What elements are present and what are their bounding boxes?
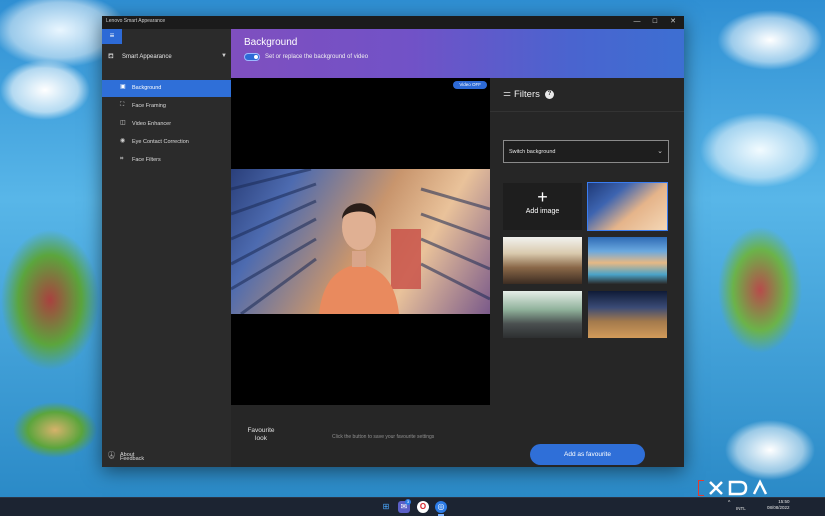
sidebar-item-label: Feedback [120, 456, 145, 462]
background-thumbnail-architecture[interactable] [587, 182, 668, 231]
plus-icon: + [537, 187, 548, 207]
opera-browser-icon[interactable]: O [417, 501, 429, 513]
background-toggle[interactable] [244, 53, 260, 61]
clock[interactable]: 15:50 08/08/2022 [767, 499, 790, 511]
background-thumbnail-pool[interactable] [588, 237, 667, 284]
filters-panel: ⚌ Filters ? Switch background ⌄ + Add im… [490, 78, 684, 467]
video-feed [231, 169, 490, 314]
sidebar-item-face-filters[interactable]: ⌗ Face Filters [102, 152, 231, 169]
face-framing-icon: ⛶ [120, 102, 125, 108]
favourite-hint: Click the button to save your favourite … [332, 434, 435, 440]
sidebar-item-label: Video Enhancer [132, 121, 172, 127]
sidebar: ≡ ⛾ Smart Appearance ▼ ▣ Background ⛶ Fa… [102, 29, 231, 467]
favourite-look-label: Favourite look [247, 427, 275, 442]
sidebar-item-video-enhancer[interactable]: ◫ Video Enhancer [102, 116, 231, 133]
sidebar-item-label: Eye Contact Correction [132, 139, 189, 145]
filters-header: ⚌ Filters ? [490, 78, 684, 112]
feedback-icon: ☺ [108, 454, 116, 461]
favourite-bar: Favourite look Click the button to save … [231, 405, 490, 467]
background-mode-select[interactable]: Switch background ⌄ [503, 140, 669, 163]
clock-date: 08/08/2022 [767, 505, 790, 510]
sidebar-item-feedback[interactable]: ☺ Feedback [102, 452, 231, 466]
eye-contact-icon: ◉ [120, 138, 126, 144]
sidebar-item-face-framing[interactable]: ⛶ Face Framing [102, 98, 231, 115]
background-thumbnail-office-lounge[interactable] [503, 237, 582, 284]
chevron-down-icon: ⌄ [657, 148, 663, 155]
background-icon: ▣ [120, 84, 126, 90]
sidebar-item-label: Face Framing [132, 103, 166, 109]
sidebar-group-label: Smart Appearance [122, 54, 172, 60]
hamburger-menu-icon[interactable]: ≡ [102, 29, 122, 44]
filters-sliders-icon: ⚌ [503, 88, 512, 98]
minimize-button[interactable]: — [628, 16, 646, 29]
close-button[interactable]: ✕ [664, 16, 682, 29]
sidebar-item-label: Background [132, 85, 162, 91]
face-filters-icon: ⌗ [120, 156, 124, 162]
chat-badge: 3 [405, 499, 411, 505]
maximize-button[interactable]: ☐ [646, 16, 664, 29]
video-feed-graphic [231, 169, 490, 314]
sidebar-item-background[interactable]: ▣ Background [102, 80, 231, 97]
help-icon[interactable]: ? [545, 90, 554, 99]
sidebar-item-label: Face Filters [132, 157, 161, 163]
app-window: Lenovo Smart Appearance — ☐ ✕ ≡ ⛾ Smart … [102, 16, 684, 467]
sidebar-item-eye-contact-correction[interactable]: ◉ Eye Contact Correction [102, 134, 231, 151]
smart-appearance-taskbar-icon[interactable]: ◎ [435, 501, 447, 516]
page-subtitle: Set or replace the background of video [265, 53, 369, 60]
page-title: Background [244, 37, 298, 48]
video-enhancer-icon: ◫ [120, 120, 126, 126]
smart-appearance-icon: ⛾ [108, 53, 114, 60]
background-thumbnail-meeting-room[interactable] [503, 291, 582, 338]
taskbar: ⊞ ✉ 3 O ◎ [0, 497, 825, 516]
video-off-button[interactable]: Video OFF [453, 81, 487, 89]
input-language[interactable]: INTL [736, 506, 746, 511]
title-bar: Lenovo Smart Appearance — ☐ ✕ [102, 16, 684, 29]
sidebar-group-smart-appearance[interactable]: ⛾ Smart Appearance ▼ [102, 50, 231, 64]
tray-overflow-icon[interactable]: ^ [728, 500, 730, 506]
xda-watermark-logo [698, 479, 768, 496]
page-header: Background Set or replace the background… [231, 29, 684, 78]
chevron-down-icon: ▼ [221, 53, 227, 59]
filters-title: Filters [514, 89, 540, 100]
add-image-button[interactable]: + Add image [503, 183, 582, 230]
video-preview-area: Video OFF [231, 78, 490, 405]
background-mode-value: Switch background [509, 149, 556, 155]
windows-start-icon[interactable]: ⊞ [380, 501, 392, 513]
window-title: Lenovo Smart Appearance [106, 18, 166, 24]
add-image-label: Add image [525, 208, 560, 215]
background-thumbnail-city-lounge[interactable] [588, 291, 667, 338]
add-as-favourite-button[interactable]: Add as favourite [530, 444, 645, 465]
